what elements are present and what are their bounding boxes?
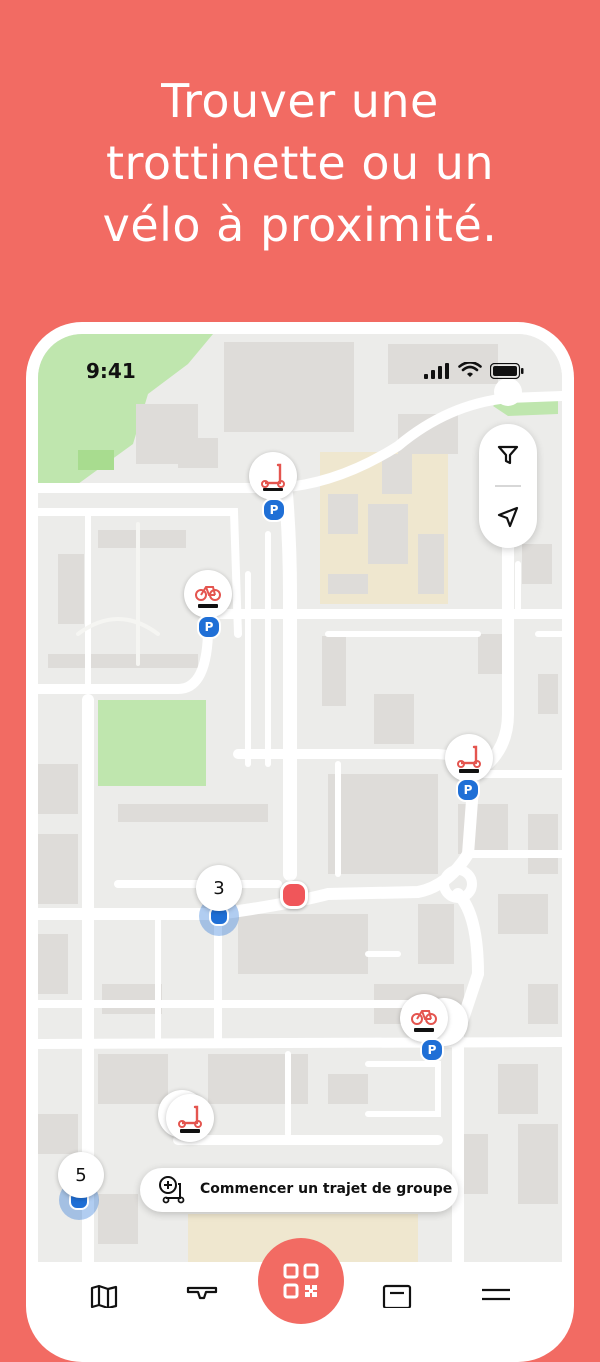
scooter-icon	[261, 463, 285, 491]
parking-pin[interactable]: P	[420, 1038, 444, 1062]
locate-button[interactable]	[479, 488, 537, 546]
battery-icon	[490, 362, 524, 379]
headline-line-2: trottinette ou un	[105, 136, 495, 190]
cluster-badge[interactable]: 3	[196, 865, 242, 911]
scooter-icon	[457, 745, 481, 773]
menu-icon[interactable]	[480, 1286, 512, 1306]
headline: Trouver une trottinette ou un vélo à pro…	[0, 70, 600, 256]
bike-marker[interactable]	[400, 994, 448, 1042]
start-group-ride-button[interactable]: Commencer un trajet de groupe	[140, 1168, 458, 1212]
cluster-badge[interactable]: 5	[58, 1152, 104, 1198]
filter-button[interactable]	[479, 426, 537, 484]
map-tools-panel	[479, 424, 537, 548]
qr-code-scan-icon	[283, 1263, 319, 1299]
scooter-marker[interactable]	[445, 734, 493, 782]
status-bar: 9:41	[38, 354, 562, 388]
inbox-icon[interactable]	[186, 1286, 218, 1306]
group-scooter-add-icon	[159, 1176, 185, 1204]
scooter-marker[interactable]	[249, 452, 297, 500]
wifi-icon	[458, 362, 482, 377]
bike-marker[interactable]	[184, 570, 232, 618]
status-time: 9:41	[86, 359, 136, 383]
parking-pin[interactable]: P	[456, 778, 480, 802]
start-group-ride-label: Commencer un trajet de groupe	[200, 1181, 453, 1197]
phone-screen: 9:41 P P P 3 P 5 Commencer un trajet de …	[38, 334, 562, 1334]
scooter-marker[interactable]	[166, 1094, 214, 1142]
scan-qr-button[interactable]	[258, 1238, 344, 1324]
headline-line-1: Trouver une	[161, 74, 439, 128]
bike-icon	[411, 1010, 437, 1032]
bike-icon	[195, 586, 221, 608]
map-icon[interactable]	[90, 1284, 118, 1308]
filter-icon	[497, 445, 519, 465]
parking-pin[interactable]: P	[197, 615, 221, 639]
parking-pin[interactable]: P	[262, 498, 286, 522]
tools-divider	[495, 485, 521, 487]
navigation-arrow-icon	[497, 506, 519, 528]
user-location-dot	[280, 881, 308, 909]
cellular-signal-icon	[424, 362, 449, 379]
scooter-icon	[178, 1105, 202, 1133]
headline-line-3: vélo à proximité.	[102, 198, 498, 252]
status-icons	[424, 362, 524, 379]
document-icon[interactable]	[382, 1284, 412, 1308]
